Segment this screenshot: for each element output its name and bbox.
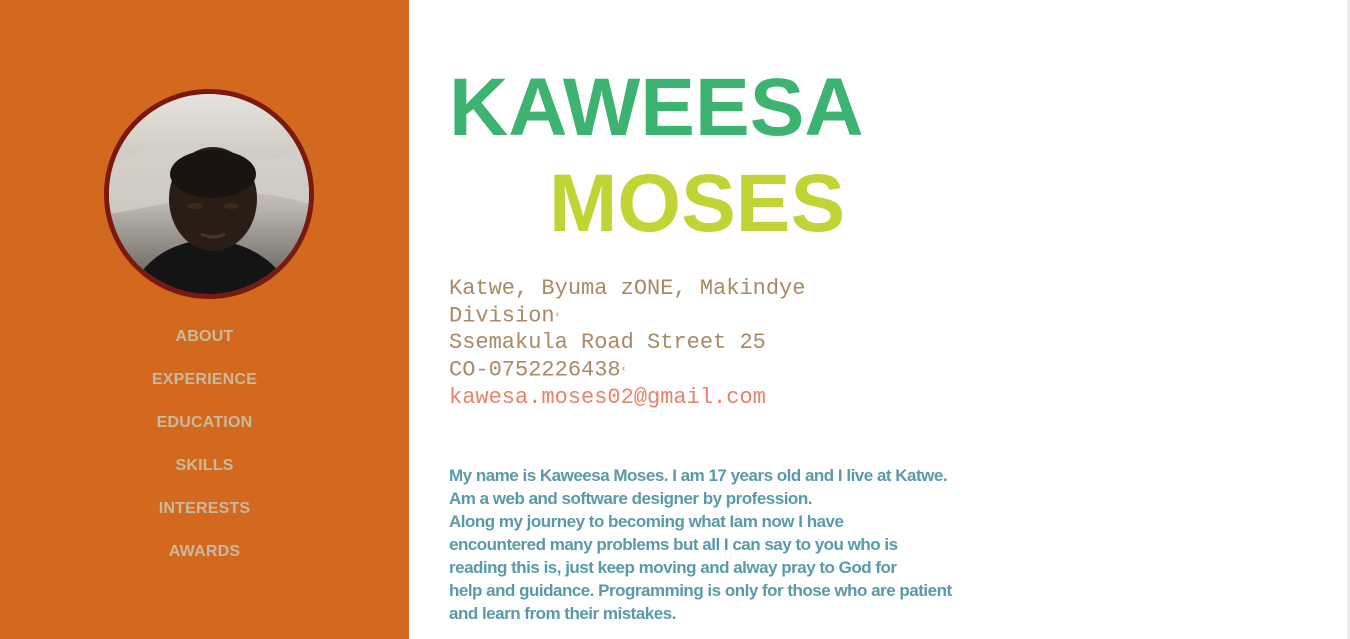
address-line-2: Division bbox=[449, 303, 555, 329]
nav-link-experience[interactable]: EXPERIENCE bbox=[152, 368, 257, 392]
phone-number: CO-0752226438 bbox=[449, 357, 621, 383]
profile-photo bbox=[109, 94, 309, 294]
street-line: Ssemakula Road Street 25 bbox=[449, 330, 766, 356]
last-name-heading: MOSES bbox=[549, 158, 846, 249]
contact-block: Katwe, Byuma zONE, Makindye Division‹ Ss… bbox=[449, 275, 849, 411]
bio-line: Along my journey to becoming what Iam no… bbox=[449, 512, 844, 531]
line-break-icon: ‹ bbox=[554, 310, 561, 321]
sidebar: ABOUT EXPERIENCE EDUCATION SKILLS INTERE… bbox=[0, 0, 409, 639]
nav-item-awards: AWARDS bbox=[0, 540, 409, 583]
bio-line: My name is Kaweesa Moses. I am 17 years … bbox=[449, 466, 948, 485]
nav-item-skills: SKILLS bbox=[0, 454, 409, 497]
nav-link-about[interactable]: ABOUT bbox=[176, 325, 234, 349]
bio-line: encountered many problems but all I can … bbox=[449, 535, 898, 554]
sidebar-nav: ABOUT EXPERIENCE EDUCATION SKILLS INTERE… bbox=[0, 325, 409, 583]
nav-item-interests: INTERESTS bbox=[0, 497, 409, 540]
email-link[interactable]: kawesa.moses02@gmail.com bbox=[449, 385, 766, 410]
nav-link-education[interactable]: EDUCATION bbox=[157, 411, 253, 435]
nav-link-skills[interactable]: SKILLS bbox=[175, 454, 233, 478]
bio-line: help and guidance. Programming is only f… bbox=[449, 581, 952, 600]
bio-paragraph: My name is Kaweesa Moses. I am 17 years … bbox=[449, 464, 989, 625]
bio-line: reading this is, just keep moving and al… bbox=[449, 558, 897, 577]
address-line-1: Katwe, Byuma zONE, Makindye bbox=[449, 276, 806, 301]
avatar bbox=[104, 89, 314, 299]
line-break-icon: ‹ bbox=[620, 364, 627, 376]
email-row: kawesa.moses02@gmail.com bbox=[449, 384, 849, 411]
main-content: KAWEESA MOSES Katwe, Byuma zONE, Makindy… bbox=[409, 0, 1347, 639]
phone-row: CO-0752226438‹ bbox=[449, 356, 849, 383]
nav-item-about: ABOUT bbox=[0, 325, 409, 368]
first-name-heading: KAWEESA bbox=[449, 62, 864, 153]
nav-item-education: EDUCATION bbox=[0, 411, 409, 454]
nav-item-experience: EXPERIENCE bbox=[0, 368, 409, 411]
address-line-2-row: Division‹ bbox=[449, 302, 849, 329]
nav-link-interests[interactable]: INTERESTS bbox=[159, 497, 251, 521]
nav-link-awards[interactable]: AWARDS bbox=[169, 540, 240, 564]
bio-line: Am a web and software designer by profes… bbox=[449, 489, 812, 508]
resume-page: ABOUT EXPERIENCE EDUCATION SKILLS INTERE… bbox=[0, 0, 1350, 639]
bio-line: and learn from their mistakes. bbox=[449, 604, 676, 623]
